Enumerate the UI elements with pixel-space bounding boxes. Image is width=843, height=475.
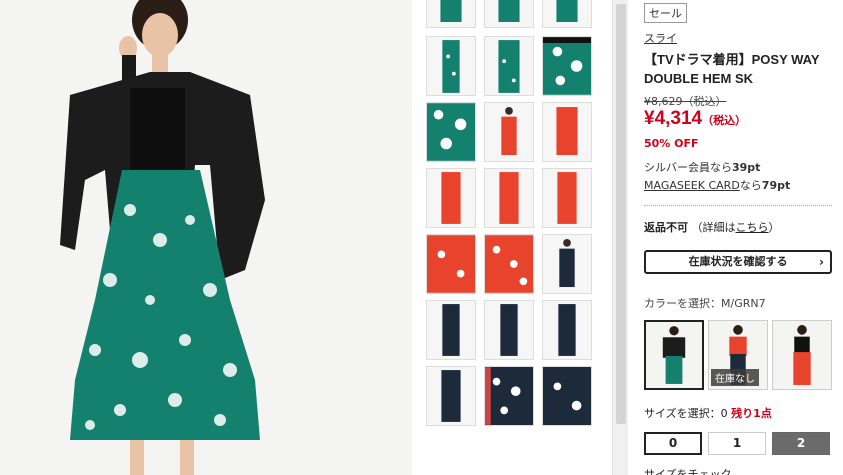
returns-detail-suffix: ）: [768, 221, 780, 234]
sale-price: ¥4,314（税込）: [644, 108, 746, 130]
product-info-panel: セール スライ 【TVドラマ着用】POSY WAY DOUBLE HEM SK …: [644, 0, 834, 475]
thumbnail[interactable]: [426, 234, 476, 294]
size-remaining: 残り1点: [731, 407, 772, 420]
check-stock-button[interactable]: 在庫状況を確認する ›: [644, 250, 832, 274]
thumbnail[interactable]: [484, 0, 534, 28]
chevron-right-icon: ›: [819, 255, 824, 269]
silver-points: シルバー会員なら39pt: [644, 159, 760, 175]
returns-detail-prefix: （詳細は: [691, 221, 736, 234]
silver-points-prefix: シルバー会員なら: [644, 161, 732, 174]
magaseek-card-link[interactable]: MAGASEEK CARD: [644, 179, 740, 192]
color-swatch-navy[interactable]: 在庫なし: [708, 320, 768, 390]
price-tax-note: （税込）: [702, 115, 747, 127]
original-price: ¥8,629（税込）: [644, 95, 727, 108]
color-swatch-green[interactable]: [644, 320, 704, 390]
thumbnail[interactable]: [426, 36, 476, 96]
brand-link[interactable]: スライ: [644, 30, 677, 46]
thumbnail[interactable]: [484, 234, 534, 294]
size-selected-value: 0: [720, 407, 728, 420]
main-product-image[interactable]: [0, 0, 412, 475]
out-of-stock-badge: 在庫なし: [711, 369, 759, 386]
thumbnail-grid: [424, 0, 592, 432]
thumbnail[interactable]: [542, 168, 592, 228]
size-button-0[interactable]: 0: [644, 432, 702, 455]
thumbnail[interactable]: [484, 36, 534, 96]
discount-label: 50% OFF: [644, 137, 699, 150]
thumbnail[interactable]: [542, 36, 592, 96]
thumbnail[interactable]: [542, 0, 592, 28]
thumbnail[interactable]: [484, 168, 534, 228]
size-check-link[interactable]: サイズをチェック: [644, 466, 732, 475]
size-select-label: サイズを選択：0 残り1点: [644, 405, 772, 421]
thumbnail[interactable]: [542, 234, 592, 294]
thumbnail[interactable]: [426, 168, 476, 228]
card-points: MAGASEEK CARDなら79pt: [644, 177, 790, 193]
card-points-value: 79pt: [761, 179, 791, 192]
size-label-text: サイズを選択：: [644, 407, 721, 420]
product-title: 【TVドラマ着用】POSY WAY DOUBLE HEM SK: [644, 52, 820, 86]
sale-badge: セール: [644, 3, 687, 23]
size-button-2[interactable]: 2: [772, 432, 830, 455]
thumbnail[interactable]: [426, 0, 476, 28]
color-selected-value: M/GRN7: [721, 297, 766, 310]
color-select-label: カラーを選択：M/GRN7: [644, 295, 766, 311]
check-stock-label: 在庫状況を確認する: [688, 255, 788, 268]
returns-policy: 返品不可 （詳細はこちら）: [644, 219, 780, 235]
thumbnail[interactable]: [426, 366, 476, 426]
thumbnail[interactable]: [542, 366, 592, 426]
thumbnail[interactable]: [484, 300, 534, 360]
thumbnail-scrollbar[interactable]: [612, 0, 628, 475]
divider: [644, 205, 832, 206]
thumbnail[interactable]: [484, 366, 534, 426]
color-swatch-red[interactable]: [772, 320, 832, 390]
returns-label: 返品不可: [644, 221, 688, 234]
thumbnail[interactable]: [542, 102, 592, 162]
size-button-1[interactable]: 1: [708, 432, 766, 455]
thumbnail[interactable]: [542, 300, 592, 360]
silver-points-value: 39pt: [732, 161, 761, 174]
thumbnail[interactable]: [484, 102, 534, 162]
returns-detail-link[interactable]: こちら: [736, 221, 769, 234]
thumbnail[interactable]: [426, 300, 476, 360]
sale-price-value: ¥4,314: [644, 108, 703, 129]
color-label-text: カラーを選択：: [644, 297, 721, 310]
card-points-mid: なら: [739, 179, 762, 192]
thumbnail[interactable]: [426, 102, 476, 162]
